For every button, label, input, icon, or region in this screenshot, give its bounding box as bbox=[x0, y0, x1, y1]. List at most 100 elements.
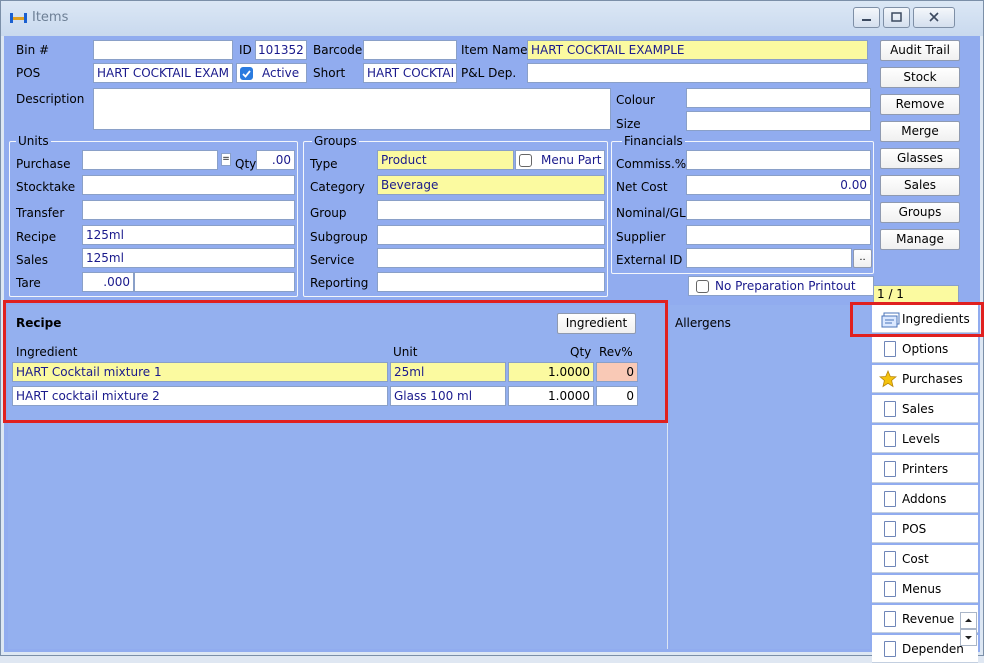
title-bar[interactable]: Items bbox=[1, 1, 983, 36]
tare-field[interactable]: .000 bbox=[82, 272, 134, 292]
category-field[interactable]: Beverage bbox=[377, 175, 605, 195]
check-icon bbox=[242, 70, 251, 78]
no-prep-checkbox[interactable] bbox=[696, 280, 709, 293]
document-icon bbox=[884, 611, 896, 627]
external-id-field[interactable] bbox=[686, 248, 852, 268]
sales-unit-field[interactable]: 125ml bbox=[82, 248, 295, 268]
short-name-field[interactable]: HART COCKTAI bbox=[363, 63, 457, 83]
side-tab-sales[interactable]: Sales bbox=[872, 395, 978, 423]
side-tab-label: Addons bbox=[902, 492, 947, 506]
stock-button[interactable]: Stock bbox=[880, 67, 960, 88]
side-tab-label: Levels bbox=[902, 432, 940, 446]
service-field[interactable] bbox=[377, 248, 605, 268]
side-tab-pos[interactable]: POS bbox=[872, 515, 978, 543]
side-tab-label: Purchases bbox=[902, 372, 963, 386]
group-field[interactable] bbox=[377, 200, 605, 220]
supplier-field[interactable] bbox=[686, 225, 871, 245]
pos-name-field[interactable]: HART COCKTAIL EXAM bbox=[93, 63, 233, 83]
barcode-field[interactable] bbox=[363, 40, 457, 60]
bin-label: Bin # bbox=[16, 43, 50, 57]
menu-part-toggle[interactable]: Menu Part bbox=[515, 150, 605, 170]
equals-label: = bbox=[221, 153, 231, 166]
active-toggle[interactable]: Active bbox=[236, 63, 307, 83]
remove-button[interactable]: Remove bbox=[880, 94, 960, 115]
colour-label: Colour bbox=[616, 93, 655, 107]
sales-unit-label: Sales bbox=[16, 253, 48, 267]
external-id-label: External ID bbox=[616, 253, 683, 267]
bin-field[interactable] bbox=[93, 40, 233, 60]
groups-button[interactable]: Groups bbox=[880, 202, 960, 223]
no-prep-toggle[interactable]: No Preparation Printout bbox=[688, 276, 874, 296]
document-icon bbox=[884, 401, 896, 417]
allergens-panel bbox=[670, 305, 870, 649]
close-icon bbox=[929, 12, 939, 22]
purchase-unit-field[interactable] bbox=[82, 150, 218, 170]
side-tab-printers[interactable]: Printers bbox=[872, 455, 978, 483]
net-cost-field[interactable]: 0.00 bbox=[686, 175, 871, 195]
pl-dep-field[interactable] bbox=[527, 63, 868, 83]
side-tab-menus[interactable]: Menus bbox=[872, 575, 978, 603]
units-group-title: Units bbox=[16, 134, 51, 148]
sales-button[interactable]: Sales bbox=[880, 175, 960, 196]
recipe-unit-field[interactable]: 125ml bbox=[82, 225, 295, 245]
side-tab-levels[interactable]: Levels bbox=[872, 425, 978, 453]
side-tab-label: Dependen bbox=[902, 642, 964, 656]
type-field[interactable]: Product bbox=[377, 150, 514, 170]
menu-part-checkbox[interactable] bbox=[519, 154, 532, 167]
window-title: Items bbox=[32, 10, 69, 25]
qty-field[interactable]: .00 bbox=[256, 150, 295, 170]
document-icon bbox=[884, 581, 896, 597]
no-prep-label: No Preparation Printout bbox=[715, 279, 856, 293]
audit-trail-button[interactable]: Audit Trail bbox=[880, 40, 960, 61]
document-icon bbox=[884, 521, 896, 537]
side-tab-addons[interactable]: Addons bbox=[872, 485, 978, 513]
transfer-label: Transfer bbox=[16, 206, 65, 220]
financials-group-title: Financials bbox=[622, 134, 685, 148]
close-button[interactable] bbox=[913, 7, 955, 28]
app-icon bbox=[10, 11, 27, 25]
external-id-browse-button[interactable]: .. bbox=[853, 249, 872, 268]
subgroup-field[interactable] bbox=[377, 225, 605, 245]
document-icon bbox=[884, 491, 896, 507]
document-icon bbox=[884, 461, 896, 477]
stocktake-label: Stocktake bbox=[16, 180, 76, 194]
description-field[interactable] bbox=[93, 88, 611, 130]
manage-button[interactable]: Manage bbox=[880, 229, 960, 250]
commiss-field[interactable] bbox=[686, 150, 871, 170]
id-field: 101352 bbox=[255, 40, 307, 60]
maximize-button[interactable] bbox=[883, 7, 910, 28]
purchase-label: Purchase bbox=[16, 157, 71, 171]
qty-label: Qty bbox=[235, 157, 257, 171]
stocktake-field[interactable] bbox=[82, 175, 295, 195]
document-icon bbox=[884, 551, 896, 567]
reporting-field[interactable] bbox=[377, 272, 605, 292]
side-tab-label: POS bbox=[902, 522, 927, 536]
recipe-unit-label: Recipe bbox=[16, 230, 57, 244]
id-label: ID bbox=[239, 43, 252, 57]
allergens-title: Allergens bbox=[675, 316, 731, 330]
transfer-field[interactable] bbox=[82, 200, 295, 220]
scroll-down-button[interactable] bbox=[960, 629, 977, 646]
merge-button[interactable]: Merge bbox=[880, 121, 960, 142]
size-field[interactable] bbox=[686, 111, 871, 131]
side-tab-options[interactable]: Options bbox=[872, 335, 978, 363]
document-icon bbox=[884, 641, 896, 657]
side-tab-label: Cost bbox=[902, 552, 929, 566]
side-tab-label: Sales bbox=[902, 402, 934, 416]
side-tab-purchases[interactable]: Purchases bbox=[872, 365, 978, 393]
subgroup-label: Subgroup bbox=[310, 230, 368, 244]
nominal-field[interactable] bbox=[686, 200, 871, 220]
scroll-up-button[interactable] bbox=[960, 612, 977, 629]
minimize-button[interactable] bbox=[853, 7, 880, 28]
service-label: Service bbox=[310, 253, 355, 267]
menu-part-label: Menu Part bbox=[541, 153, 602, 167]
document-icon bbox=[884, 431, 896, 447]
item-name-field[interactable]: HART COCKTAIL EXAMPLE bbox=[527, 40, 868, 60]
colour-field[interactable] bbox=[686, 88, 871, 108]
group-label: Group bbox=[310, 206, 347, 220]
active-checkbox[interactable] bbox=[240, 67, 253, 80]
side-tab-cost[interactable]: Cost bbox=[872, 545, 978, 573]
tare-extra-field[interactable] bbox=[134, 272, 295, 292]
barcode-label: Barcode bbox=[313, 43, 363, 57]
glasses-button[interactable]: Glasses bbox=[880, 148, 960, 169]
